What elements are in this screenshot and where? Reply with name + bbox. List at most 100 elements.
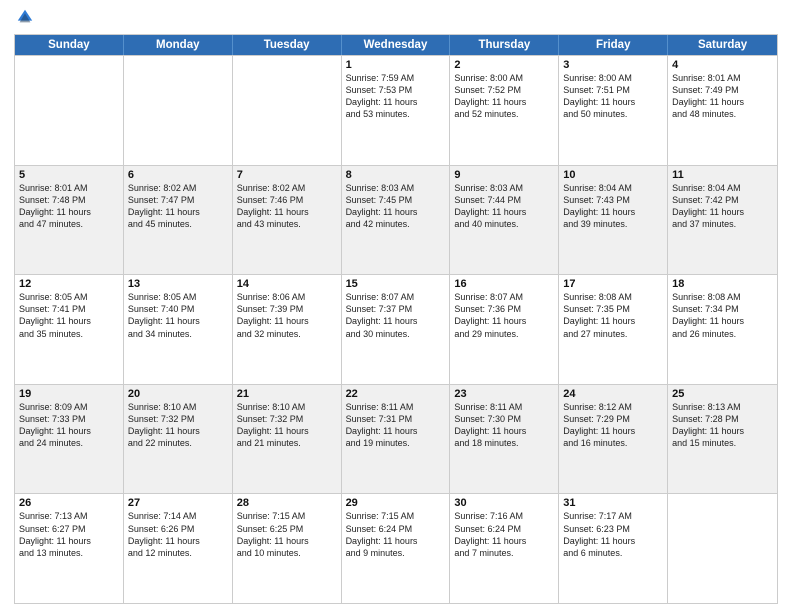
cell-line-2: Daylight: 11 hours — [128, 425, 228, 437]
cell-line-3: and 19 minutes. — [346, 437, 446, 449]
cell-line-3: and 34 minutes. — [128, 328, 228, 340]
cell-line-2: Daylight: 11 hours — [346, 315, 446, 327]
cell-line-0: Sunrise: 8:03 AM — [454, 182, 554, 194]
day-cell-16: 16Sunrise: 8:07 AMSunset: 7:36 PMDayligh… — [450, 275, 559, 384]
cell-line-0: Sunrise: 8:00 AM — [563, 72, 663, 84]
cell-line-1: Sunset: 7:28 PM — [672, 413, 773, 425]
day-number: 5 — [19, 169, 119, 181]
cell-line-2: Daylight: 11 hours — [454, 425, 554, 437]
day-cell-empty-4-6 — [668, 494, 777, 603]
cell-line-1: Sunset: 6:23 PM — [563, 523, 663, 535]
header-day-saturday: Saturday — [668, 35, 777, 55]
cell-line-0: Sunrise: 7:59 AM — [346, 72, 446, 84]
cell-line-2: Daylight: 11 hours — [454, 206, 554, 218]
cell-line-3: and 32 minutes. — [237, 328, 337, 340]
cell-line-1: Sunset: 7:40 PM — [128, 303, 228, 315]
cell-line-3: and 30 minutes. — [346, 328, 446, 340]
cell-line-2: Daylight: 11 hours — [563, 206, 663, 218]
cell-line-3: and 15 minutes. — [672, 437, 773, 449]
cell-line-1: Sunset: 7:29 PM — [563, 413, 663, 425]
cell-line-3: and 50 minutes. — [563, 108, 663, 120]
cell-line-0: Sunrise: 8:04 AM — [672, 182, 773, 194]
day-number: 21 — [237, 388, 337, 400]
cell-line-3: and 26 minutes. — [672, 328, 773, 340]
cell-line-0: Sunrise: 8:13 AM — [672, 401, 773, 413]
day-cell-empty-0-2 — [233, 56, 342, 165]
cell-line-2: Daylight: 11 hours — [19, 315, 119, 327]
day-number: 12 — [19, 278, 119, 290]
cell-line-2: Daylight: 11 hours — [237, 535, 337, 547]
cell-line-3: and 29 minutes. — [454, 328, 554, 340]
cell-line-2: Daylight: 11 hours — [563, 96, 663, 108]
cell-line-0: Sunrise: 7:15 AM — [346, 510, 446, 522]
cell-line-2: Daylight: 11 hours — [563, 535, 663, 547]
cell-line-2: Daylight: 11 hours — [128, 315, 228, 327]
cell-line-3: and 48 minutes. — [672, 108, 773, 120]
cell-line-1: Sunset: 7:36 PM — [454, 303, 554, 315]
day-cell-4: 4Sunrise: 8:01 AMSunset: 7:49 PMDaylight… — [668, 56, 777, 165]
cell-line-3: and 45 minutes. — [128, 218, 228, 230]
cell-line-3: and 42 minutes. — [346, 218, 446, 230]
cell-line-3: and 6 minutes. — [563, 547, 663, 559]
day-cell-23: 23Sunrise: 8:11 AMSunset: 7:30 PMDayligh… — [450, 385, 559, 494]
header-day-thursday: Thursday — [450, 35, 559, 55]
cell-line-0: Sunrise: 8:00 AM — [454, 72, 554, 84]
day-number: 22 — [346, 388, 446, 400]
day-cell-18: 18Sunrise: 8:08 AMSunset: 7:34 PMDayligh… — [668, 275, 777, 384]
week-row-4: 19Sunrise: 8:09 AMSunset: 7:33 PMDayligh… — [15, 384, 777, 494]
header-day-sunday: Sunday — [15, 35, 124, 55]
cell-line-2: Daylight: 11 hours — [346, 206, 446, 218]
cell-line-0: Sunrise: 8:10 AM — [128, 401, 228, 413]
cell-line-0: Sunrise: 7:15 AM — [237, 510, 337, 522]
day-number: 25 — [672, 388, 773, 400]
cell-line-1: Sunset: 7:32 PM — [237, 413, 337, 425]
cell-line-1: Sunset: 7:32 PM — [128, 413, 228, 425]
cell-line-0: Sunrise: 8:03 AM — [346, 182, 446, 194]
cell-line-2: Daylight: 11 hours — [672, 315, 773, 327]
cell-line-2: Daylight: 11 hours — [672, 96, 773, 108]
day-cell-empty-0-1 — [124, 56, 233, 165]
cell-line-3: and 16 minutes. — [563, 437, 663, 449]
cell-line-1: Sunset: 7:39 PM — [237, 303, 337, 315]
cell-line-0: Sunrise: 8:08 AM — [563, 291, 663, 303]
cell-line-1: Sunset: 7:33 PM — [19, 413, 119, 425]
cell-line-1: Sunset: 7:30 PM — [454, 413, 554, 425]
day-number: 13 — [128, 278, 228, 290]
cell-line-1: Sunset: 7:44 PM — [454, 194, 554, 206]
header-day-friday: Friday — [559, 35, 668, 55]
cell-line-3: and 9 minutes. — [346, 547, 446, 559]
cell-line-3: and 21 minutes. — [237, 437, 337, 449]
day-number: 24 — [563, 388, 663, 400]
cell-line-3: and 7 minutes. — [454, 547, 554, 559]
cell-line-2: Daylight: 11 hours — [128, 206, 228, 218]
cell-line-1: Sunset: 7:31 PM — [346, 413, 446, 425]
day-number: 2 — [454, 59, 554, 71]
day-cell-3: 3Sunrise: 8:00 AMSunset: 7:51 PMDaylight… — [559, 56, 668, 165]
day-cell-14: 14Sunrise: 8:06 AMSunset: 7:39 PMDayligh… — [233, 275, 342, 384]
cell-line-0: Sunrise: 8:11 AM — [346, 401, 446, 413]
cell-line-1: Sunset: 7:49 PM — [672, 84, 773, 96]
day-cell-26: 26Sunrise: 7:13 AMSunset: 6:27 PMDayligh… — [15, 494, 124, 603]
cell-line-3: and 43 minutes. — [237, 218, 337, 230]
day-number: 4 — [672, 59, 773, 71]
day-number: 8 — [346, 169, 446, 181]
day-cell-15: 15Sunrise: 8:07 AMSunset: 7:37 PMDayligh… — [342, 275, 451, 384]
calendar-header: SundayMondayTuesdayWednesdayThursdayFrid… — [15, 35, 777, 55]
cell-line-2: Daylight: 11 hours — [237, 315, 337, 327]
cell-line-2: Daylight: 11 hours — [563, 315, 663, 327]
cell-line-3: and 24 minutes. — [19, 437, 119, 449]
cell-line-0: Sunrise: 7:17 AM — [563, 510, 663, 522]
day-cell-27: 27Sunrise: 7:14 AMSunset: 6:26 PMDayligh… — [124, 494, 233, 603]
cell-line-0: Sunrise: 8:10 AM — [237, 401, 337, 413]
cell-line-0: Sunrise: 8:01 AM — [19, 182, 119, 194]
cell-line-0: Sunrise: 7:13 AM — [19, 510, 119, 522]
header-day-monday: Monday — [124, 35, 233, 55]
day-cell-24: 24Sunrise: 8:12 AMSunset: 7:29 PMDayligh… — [559, 385, 668, 494]
day-cell-2: 2Sunrise: 8:00 AMSunset: 7:52 PMDaylight… — [450, 56, 559, 165]
header — [14, 10, 778, 26]
cell-line-0: Sunrise: 7:14 AM — [128, 510, 228, 522]
week-row-3: 12Sunrise: 8:05 AMSunset: 7:41 PMDayligh… — [15, 274, 777, 384]
cell-line-2: Daylight: 11 hours — [346, 425, 446, 437]
day-number: 19 — [19, 388, 119, 400]
week-row-1: 1Sunrise: 7:59 AMSunset: 7:53 PMDaylight… — [15, 55, 777, 165]
